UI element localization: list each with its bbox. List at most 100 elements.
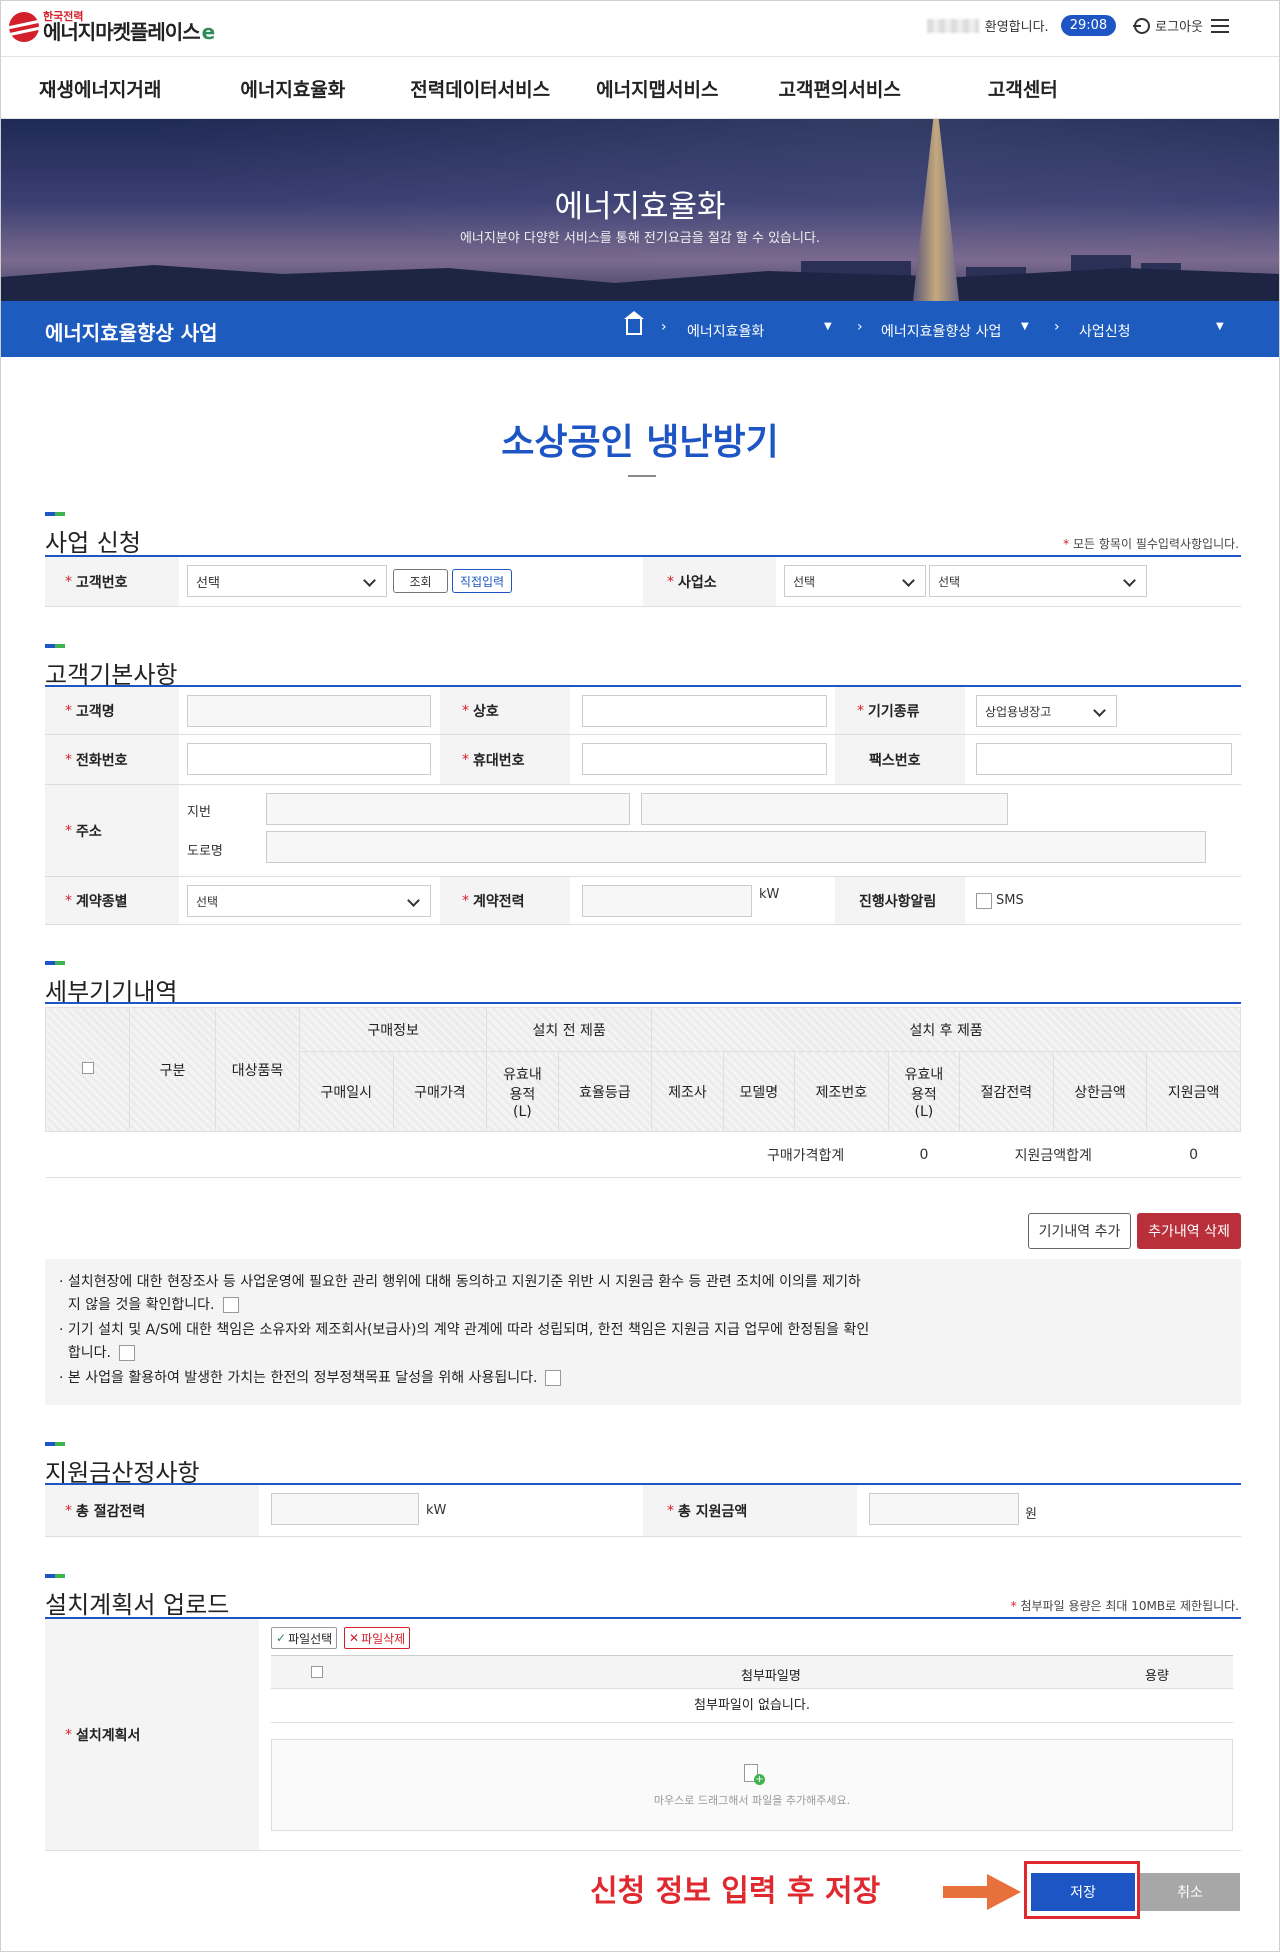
company-label: 상호 (473, 703, 499, 720)
total-saving-label: 총 절감전력 (76, 1503, 146, 1520)
col-capacity-before: 유효내 용적 (L) (486, 1051, 559, 1132)
direct-input-button[interactable]: 직접입력 (452, 569, 512, 593)
breadcrumb-efficiency[interactable]: 에너지효율화 (687, 321, 764, 341)
hero-subtitle: 에너지분야 다양한 서비스를 통해 전기요금을 절감 할 수 있습니다. (459, 231, 821, 246)
site-logo[interactable]: 한국전력 에너지마켓플레이스 e (9, 11, 215, 42)
page-title: 소상공인 냉난방기 (501, 422, 779, 463)
mobile-input[interactable] (582, 743, 827, 775)
consent-item-2: · 기기 설치 및 A/S에 대한 책임은 소유자와 제조회사(보급사)의 계약… (59, 1322, 870, 1361)
file-select-button[interactable]: ✓ 파일선택 (271, 1627, 338, 1649)
select-all-checkbox[interactable] (81, 1061, 94, 1074)
sum-price-value: 0 (888, 1131, 960, 1178)
nav-item-renewable[interactable]: 재생에너지거래 (39, 57, 161, 118)
address-lot-label: 지번 (187, 805, 211, 820)
col-serial: 제조번호 (794, 1051, 889, 1132)
address-lot-input-2[interactable] (641, 793, 1008, 825)
sub-nav-bar: 에너지효율향상 사업 › 에너지효율화 ▼ › 에너지효율향상 사업 ▼ › 사… (1, 301, 1279, 357)
device-type-select[interactable]: 상업용냉장고 (976, 695, 1117, 727)
customer-name-input[interactable] (187, 695, 431, 727)
total-support-input[interactable] (869, 1493, 1019, 1525)
query-button[interactable]: 조회 (393, 569, 448, 593)
breadcrumb-efficiency-project[interactable]: 에너지효율향상 사업 (881, 321, 1001, 341)
fax-label: 팩스번호 (835, 735, 965, 784)
phone-label: 전화번호 (76, 752, 128, 769)
menu-icon[interactable] (1211, 19, 1229, 33)
customer-no-select[interactable]: 선택 (187, 565, 387, 597)
title-divider (628, 475, 656, 477)
logout-label: 로그아웃 (1155, 20, 1203, 35)
basic-row-2: * 전화번호 * 휴대번호 팩스번호 (45, 735, 1241, 785)
sum-support-label: 지원금액합계 (959, 1131, 1147, 1178)
sms-checkbox[interactable] (976, 893, 992, 909)
total-saving-input[interactable] (271, 1493, 419, 1525)
chevron-right-icon: › (661, 319, 667, 335)
col-model: 모델명 (722, 1051, 796, 1132)
consent-item-3: · 본 사업을 활용하여 발생한 가치는 한전의 정부정책목표 달성을 위해 사… (59, 1367, 1079, 1390)
consent-checkbox-2[interactable] (119, 1345, 135, 1361)
delete-added-button[interactable]: 추가내역 삭제 (1137, 1213, 1241, 1249)
hero-banner: 에너지효율화 에너지분야 다양한 서비스를 통해 전기요금을 절감 할 수 있습… (1, 119, 1279, 301)
address-road-label: 도로명 (187, 844, 223, 859)
apply-row: * 고객번호 선택 조회 직접입력 * 사업소 선택 선택 (45, 557, 1241, 607)
mobile-label: 휴대번호 (473, 752, 525, 769)
nav-item-power-data[interactable]: 전력데이터서비스 (410, 57, 550, 118)
logout-button[interactable]: 로그아웃 (1133, 16, 1203, 35)
nav-item-efficiency[interactable]: 에너지효율화 (240, 57, 345, 118)
device-type-label: 기기종류 (868, 703, 920, 720)
file-select-all-checkbox[interactable] (311, 1666, 323, 1678)
fax-input[interactable] (976, 743, 1232, 775)
basic-row-address: * 주소 지번 도로명 (45, 785, 1241, 877)
upload-size-note: * 첨부파일 용량은 최대 10MB로 제한됩니다. (1010, 1599, 1239, 1613)
upload-row: * 설치계획서 ✓ 파일선택 ✕ 파일삭제 첨부파일명 용량 첨부파일이 없습니다. … (45, 1619, 1241, 1851)
section-line (45, 1002, 1241, 1004)
caret-down-icon[interactable]: ▼ (1216, 321, 1224, 332)
cancel-button[interactable]: 취소 (1140, 1873, 1240, 1911)
add-device-button[interactable]: 기기내역 추가 (1028, 1213, 1131, 1249)
check-icon: ✓ (276, 1631, 287, 1645)
contract-type-select[interactable]: 선택 (187, 885, 431, 917)
company-input[interactable] (582, 695, 827, 727)
address-label: 주소 (76, 823, 102, 840)
caret-down-icon[interactable]: ▼ (1021, 321, 1029, 332)
breadcrumb-apply[interactable]: 사업신청 (1079, 321, 1131, 341)
logo-name-text: 에너지마켓플레이스 (43, 20, 201, 44)
total-saving-unit: kW (426, 1503, 447, 1518)
col-before-group: 설치 전 제품 (486, 1007, 653, 1052)
caret-down-icon[interactable]: ▼ (824, 321, 832, 332)
address-road-input[interactable] (266, 831, 1206, 863)
address-lot-input-1[interactable] (266, 793, 630, 825)
user-area: 환영합니다. 29:08 로그아웃 (926, 15, 1203, 36)
close-icon: ✕ (349, 1631, 360, 1645)
col-purchase-group: 구매정보 (298, 1007, 488, 1052)
contract-power-input[interactable] (582, 885, 752, 917)
section-marker (45, 644, 65, 648)
file-delete-button[interactable]: ✕ 파일삭제 (344, 1627, 411, 1649)
device-detail-table: 구분 대상품목 구매정보 설치 전 제품 설치 후 제품 구매일시 구매가격 유… (45, 1007, 1241, 1178)
plus-icon: + (754, 1774, 765, 1785)
file-dropzone[interactable]: + 마우스로 드래그해서 파일을 추가해주세요. (271, 1739, 1233, 1831)
nav-item-energy-map[interactable]: 에너지맵서비스 (596, 57, 718, 118)
contract-power-unit: kW (759, 887, 780, 902)
col-file-name: 첨부파일명 (741, 1669, 801, 1684)
site-select-2[interactable]: 선택 (929, 565, 1147, 597)
sum-price-label: 구매가격합계 (723, 1131, 889, 1178)
consent-checkbox-1[interactable] (222, 1297, 239, 1313)
col-target: 대상품목 (215, 1007, 300, 1132)
customer-no-label: * 고객번호 (45, 557, 179, 606)
contract-power-label: 계약전력 (473, 893, 525, 910)
section-marker (45, 1442, 65, 1446)
phone-input[interactable] (187, 743, 431, 775)
home-icon[interactable] (624, 311, 644, 335)
nav-item-support-center[interactable]: 고객센터 (988, 57, 1058, 118)
consent-checkbox-3[interactable] (545, 1370, 562, 1386)
col-file-size: 용량 (1145, 1669, 1169, 1684)
total-support-unit: 원 (1025, 1507, 1037, 1522)
site-select-1[interactable]: 선택 (784, 565, 926, 597)
col-limit: 상한금액 (1052, 1051, 1148, 1132)
session-timer: 29:08 (1060, 15, 1117, 36)
col-saving: 절감전력 (959, 1051, 1054, 1132)
nav-item-customer-service[interactable]: 고객편의서비스 (778, 57, 900, 118)
user-name-blurred (926, 18, 979, 33)
table-summary-row: 구매가격합계 0 지원금액합계 0 (45, 1131, 1241, 1178)
empty-file-message: 첨부파일이 없습니다. (271, 1689, 1233, 1723)
